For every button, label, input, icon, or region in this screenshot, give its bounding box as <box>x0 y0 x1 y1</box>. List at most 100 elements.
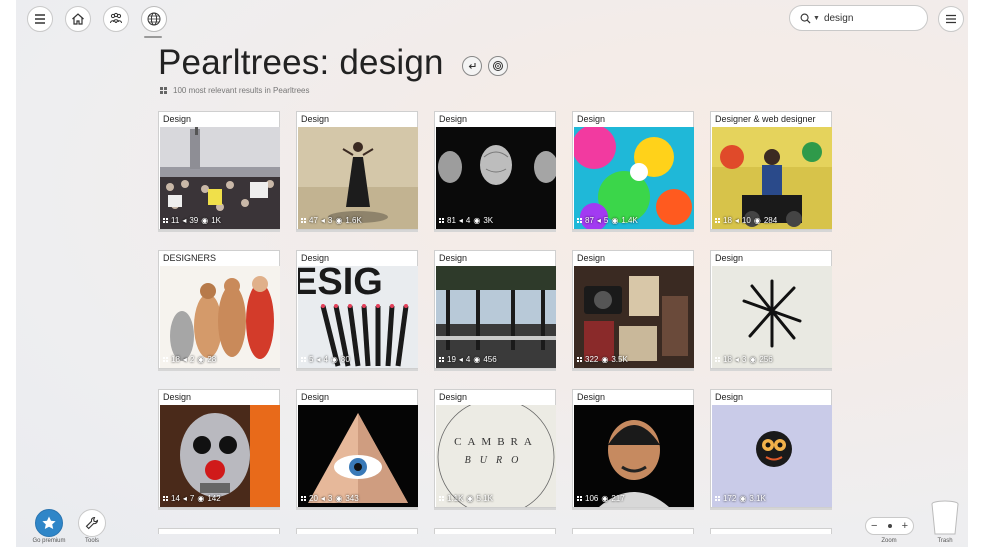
page-title: Pearltrees: design <box>158 43 444 82</box>
tile-image <box>160 405 280 507</box>
tile-stats: 87 ◂ 5 ◉ 1.4K <box>577 216 638 225</box>
pearls-icon <box>715 218 720 223</box>
zoom-level-indicator[interactable] <box>887 524 892 528</box>
home-icon <box>72 13 84 25</box>
pearls-icon <box>715 496 720 501</box>
pearl-tile[interactable]: Design 18 ◂ 3 ◉ 256 <box>710 250 832 369</box>
pearl-tile[interactable]: Design 19 ◂ 4 ◉ 456 <box>434 250 556 369</box>
tile-title: DESIGNERS <box>163 253 217 263</box>
eye-icon: ◉ <box>466 494 474 503</box>
trash-button[interactable] <box>930 500 960 536</box>
tile-title: Design <box>163 392 192 402</box>
pearls-icon <box>301 218 306 223</box>
pearl-tile[interactable]: Designer & web designer 18 ◂ 10 ◉ 284 <box>710 111 832 230</box>
sound-icon: ◂ <box>596 216 601 225</box>
go-premium-label: Go premium <box>32 538 66 544</box>
pearl-tile[interactable]: Design 172 ◉ 3.1K <box>710 389 832 508</box>
zoom-out-button[interactable]: − <box>871 520 877 532</box>
pearl-tile[interactable]: Design 11 ◂ 39 ◉ 1K <box>158 111 280 230</box>
zoom-in-button[interactable]: + <box>902 520 908 532</box>
pearl-tile-partial[interactable] <box>296 528 418 534</box>
back-button[interactable] <box>462 56 482 76</box>
tile-image <box>574 405 694 507</box>
eye-icon: ◉ <box>197 494 205 503</box>
pearls-count: 81 <box>447 216 456 225</box>
pearls-count: 20 <box>309 494 318 503</box>
pearl-button[interactable] <box>488 56 508 76</box>
pearl-tile-partial[interactable] <box>158 528 280 534</box>
pearl-tile[interactable]: Design 106 ◉ 217 <box>572 389 694 508</box>
pearls-count: 19 <box>447 355 456 364</box>
pearl-tile[interactable]: DESIGNERS 18 ◂ 2 ◉ 28 <box>158 250 280 369</box>
tile-stats: 19 ◂ 4 ◉ 456 <box>439 355 497 364</box>
pearls-icon <box>439 357 444 362</box>
pearls-icon <box>301 357 306 362</box>
tile-art-subtext: BURO <box>465 455 528 466</box>
sound-icon: ◂ <box>316 355 321 364</box>
picks-count: 7 <box>189 494 195 503</box>
pearl-tile-partial[interactable] <box>572 528 694 534</box>
explore-button[interactable] <box>141 6 167 32</box>
tools-button[interactable] <box>78 509 106 537</box>
search-dropdown-caret-icon[interactable]: ▼ <box>813 15 820 22</box>
pearl-tile[interactable]: Design 322 ◉ 3.5K <box>572 250 694 369</box>
pearls-count: 14 <box>171 494 180 503</box>
tile-stats: 106 ◉ 217 <box>577 494 625 503</box>
left-margin <box>0 0 16 547</box>
menu-icon <box>35 14 45 24</box>
main-menu-button[interactable] <box>27 6 53 32</box>
tile-image <box>298 405 418 507</box>
tile-stats: 322 ◉ 3.5K <box>577 355 628 364</box>
target-icon <box>493 61 503 71</box>
views-count: 5.1K <box>476 494 493 503</box>
pearl-tile[interactable]: Design 20 ◂ 3 ◉ 343 <box>296 389 418 508</box>
tile-image <box>574 266 694 368</box>
pearl-tile[interactable]: Design 87 ◂ 5 ◉ 1.4K <box>572 111 694 230</box>
tile-image <box>436 127 556 229</box>
team-button[interactable] <box>103 6 129 32</box>
pearls-count: 1.1K <box>447 494 464 503</box>
pearls-icon <box>163 357 168 362</box>
pearls-count: 18 <box>171 355 180 364</box>
tile-stats: 14 ◂ 7 ◉ 142 <box>163 494 221 503</box>
pearl-tile-partial[interactable] <box>434 528 556 534</box>
search-box[interactable]: ▼ design <box>789 5 928 31</box>
pearl-tile-partial[interactable] <box>710 528 832 534</box>
eye-icon: ◉ <box>611 216 619 225</box>
search-input[interactable]: design <box>824 13 853 24</box>
pearls-count: 11 <box>171 216 180 225</box>
tile-image <box>712 127 832 229</box>
pearl-tile[interactable]: Design 81 ◂ 4 ◉ 3K <box>434 111 556 230</box>
pearls-icon <box>577 357 582 362</box>
tile-title: Design <box>439 114 468 124</box>
tile-art-text: CAMBRA <box>454 436 538 448</box>
eye-icon: ◉ <box>335 494 343 503</box>
home-button[interactable] <box>65 6 91 32</box>
eye-icon: ◉ <box>473 355 481 364</box>
right-menu-button[interactable] <box>938 6 964 32</box>
eye-icon: ◉ <box>749 355 757 364</box>
views-count: 217 <box>611 494 625 503</box>
pearl-tile[interactable]: Design ESIG 5 ◂ 4 ◉ 80 <box>296 250 418 369</box>
pearls-icon <box>439 496 444 501</box>
tile-title: Design <box>301 392 330 402</box>
team-icon <box>110 12 122 24</box>
pearl-tile[interactable]: Design 14 ◂ 7 ◉ 142 <box>158 389 280 508</box>
eye-icon: ◉ <box>197 355 205 364</box>
pearls-count: 106 <box>585 494 599 503</box>
sound-icon: ◂ <box>182 355 187 364</box>
tile-title: Design <box>577 253 606 263</box>
tile-title: Design <box>577 392 606 402</box>
go-premium-button[interactable] <box>35 509 63 537</box>
pearls-count: 172 <box>723 494 737 503</box>
pearl-tile[interactable]: Design CAMBRA BURO 1.1K ◉ 5.1K <box>434 389 556 508</box>
pearl-tile[interactable]: Design 47 ◂ 3 ◉ 1.6K <box>296 111 418 230</box>
pearls-icon <box>301 496 306 501</box>
tile-stats: 18 ◂ 10 ◉ 284 <box>715 216 777 225</box>
tile-title: Design <box>301 114 330 124</box>
picks-count: 4 <box>465 216 471 225</box>
views-count: 1K <box>211 216 222 225</box>
tile-stats: 47 ◂ 3 ◉ 1.6K <box>301 216 362 225</box>
views-count: 142 <box>207 494 221 503</box>
eye-icon: ◉ <box>601 494 609 503</box>
